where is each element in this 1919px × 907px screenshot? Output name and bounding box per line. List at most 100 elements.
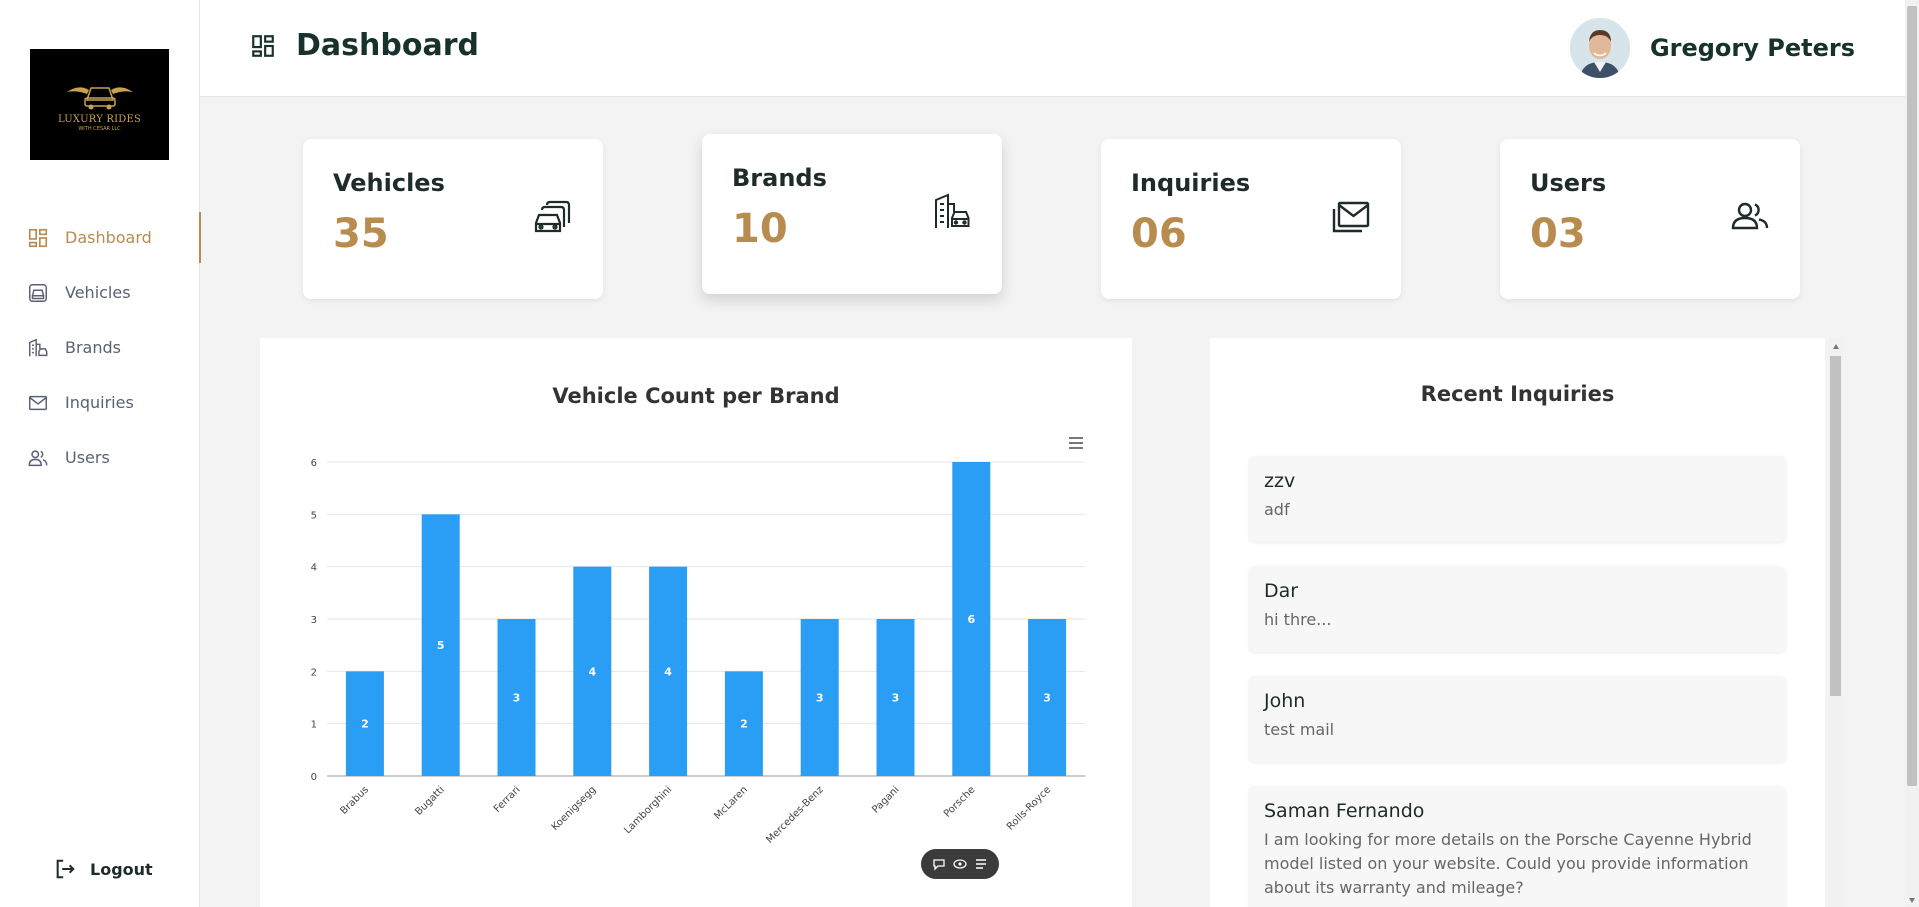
building-icon [27, 337, 49, 359]
data-label: 4 [664, 665, 672, 678]
page-scrollbar[interactable] [1905, 0, 1919, 907]
data-label: 3 [816, 692, 824, 705]
building-icon [932, 192, 972, 232]
inquiries-list: zzv adf Dar hi thre... John test mail Sa… [1249, 456, 1786, 907]
x-tick-label: Lamborghini [622, 784, 674, 836]
y-tick-label: 3 [311, 615, 317, 626]
sidebar-item-users[interactable]: Users [0, 430, 200, 485]
list-icon[interactable] [974, 857, 988, 871]
dashboard-icon [27, 227, 49, 249]
recent-inquiries-panel: Recent Inquiries zzv adf Dar hi thre... … [1210, 338, 1825, 907]
mail-icon [1331, 197, 1371, 237]
sidebar-item-label: Dashboard [65, 228, 152, 247]
stat-card-brands[interactable]: Brands 10 [702, 134, 1002, 294]
stat-label: Brands [732, 164, 827, 192]
x-tick-label: Pagani [870, 784, 901, 815]
mail-icon [27, 392, 49, 414]
y-tick-label: 4 [311, 563, 317, 574]
stat-card-vehicles[interactable]: Vehicles 35 [303, 139, 603, 299]
company-logo[interactable]: LUXURY RIDES WITH CESAR LLC [30, 49, 169, 160]
stat-card-users[interactable]: Users 03 [1500, 139, 1800, 299]
x-tick-label: Rolls-Royce [1005, 784, 1053, 832]
logo-sub-text: WITH CESAR LLC [78, 125, 121, 132]
scrollbar-thumb[interactable] [1830, 356, 1841, 696]
cars-icon [533, 197, 573, 237]
users-icon [27, 447, 49, 469]
sidebar-item-vehicles[interactable]: Vehicles [0, 265, 200, 320]
inquiry-item[interactable]: John test mail [1249, 676, 1786, 762]
inquiry-name: zzv [1264, 470, 1296, 492]
top-header: Dashboard Gregory Peters [200, 0, 1905, 97]
sidebar-item-brands[interactable]: Brands [0, 320, 200, 375]
scrollbar-thumb[interactable] [1907, 6, 1917, 786]
stat-value: 10 [732, 206, 788, 252]
x-tick-label: Mercedes-Benz [764, 784, 825, 845]
user-profile[interactable]: Gregory Peters [1569, 18, 1855, 78]
winged-car-logo-icon [66, 86, 133, 109]
data-label: 3 [892, 692, 900, 705]
page-title: Dashboard [250, 28, 479, 63]
eye-icon[interactable] [953, 857, 967, 871]
y-tick-label: 1 [311, 720, 317, 731]
scroll-up-arrow[interactable] [1833, 344, 1839, 349]
y-tick-label: 2 [311, 667, 317, 678]
logo-brand-text: LUXURY RIDES [57, 113, 142, 125]
data-label: 3 [1043, 692, 1051, 705]
inquiries-scrollbar[interactable] [1829, 338, 1842, 907]
x-tick-label: Bugatti [413, 784, 446, 817]
data-label: 6 [967, 613, 975, 626]
x-tick-label: McLaren [712, 784, 750, 822]
stat-label: Inquiries [1131, 169, 1251, 197]
sidebar-item-label: Brands [65, 338, 121, 357]
x-tick-label: Porsche [942, 784, 977, 819]
sidebar: LUXURY RIDES WITH CESAR LLC Dashboard Ve… [0, 0, 201, 907]
stat-value: 06 [1131, 211, 1187, 257]
y-tick-label: 5 [311, 510, 317, 521]
stat-value: 03 [1530, 211, 1586, 257]
inquiry-item[interactable]: Dar hi thre... [1249, 566, 1786, 652]
sidebar-item-label: Inquiries [65, 393, 134, 412]
y-tick-label: 6 [311, 458, 317, 469]
data-label: 2 [361, 718, 369, 731]
logout-label: Logout [90, 859, 153, 879]
floating-toolbar [921, 849, 999, 879]
data-label: 5 [437, 639, 445, 652]
sidebar-item-label: Vehicles [65, 283, 131, 302]
x-tick-label: Brabus [338, 784, 371, 817]
user-name: Gregory Peters [1649, 34, 1855, 62]
inquiry-message: hi thre... [1264, 610, 1332, 629]
inquiry-message: adf [1264, 500, 1290, 519]
sidebar-nav: Dashboard Vehicles Brands Inquiries User… [0, 210, 201, 485]
data-label: 3 [513, 692, 521, 705]
inquiry-name: Dar [1264, 580, 1299, 602]
inquiry-item[interactable]: zzv adf [1249, 456, 1786, 542]
inquiry-item[interactable]: Saman Fernando I am looking for more det… [1249, 786, 1786, 907]
stat-label: Users [1530, 169, 1607, 197]
bar-chart: 0 1 2 3 4 5 6 2 Brabus 5 Bugatti 3 Ferrari 4 Koenigseg… [311, 458, 1085, 846]
inquiries-title: Recent Inquiries [1420, 382, 1615, 406]
comment-icon[interactable] [932, 857, 946, 871]
avatar[interactable] [1569, 18, 1630, 78]
inquiry-name: John [1264, 690, 1306, 712]
vehicle-icon [27, 282, 49, 304]
scroll-down-arrow[interactable] [1909, 898, 1915, 903]
inquiry-name: Saman Fernando [1264, 800, 1425, 822]
page-title-text: Dashboard [296, 28, 479, 63]
data-label: 4 [588, 665, 596, 678]
sidebar-item-inquiries[interactable]: Inquiries [0, 375, 200, 430]
stat-card-inquiries[interactable]: Inquiries 06 [1101, 139, 1401, 299]
chart-panel: Vehicle Count per Brand 0 1 2 3 4 5 6 2 Brabus 5 B… [260, 338, 1132, 907]
logout-button[interactable]: Logout [54, 858, 153, 880]
y-tick-label: 0 [311, 772, 317, 783]
sidebar-item-label: Users [65, 448, 110, 467]
inquiry-message: I am looking for more details on the Por… [1264, 830, 1752, 897]
data-label: 2 [740, 718, 748, 731]
stat-value: 35 [333, 211, 389, 257]
stat-label: Vehicles [333, 169, 445, 197]
sidebar-item-dashboard[interactable]: Dashboard [0, 210, 201, 265]
users-icon [1730, 197, 1770, 237]
logout-icon [54, 858, 76, 880]
x-tick-label: Ferrari [492, 784, 523, 815]
inquiry-message: test mail [1264, 720, 1335, 739]
dashboard-icon [250, 33, 276, 59]
